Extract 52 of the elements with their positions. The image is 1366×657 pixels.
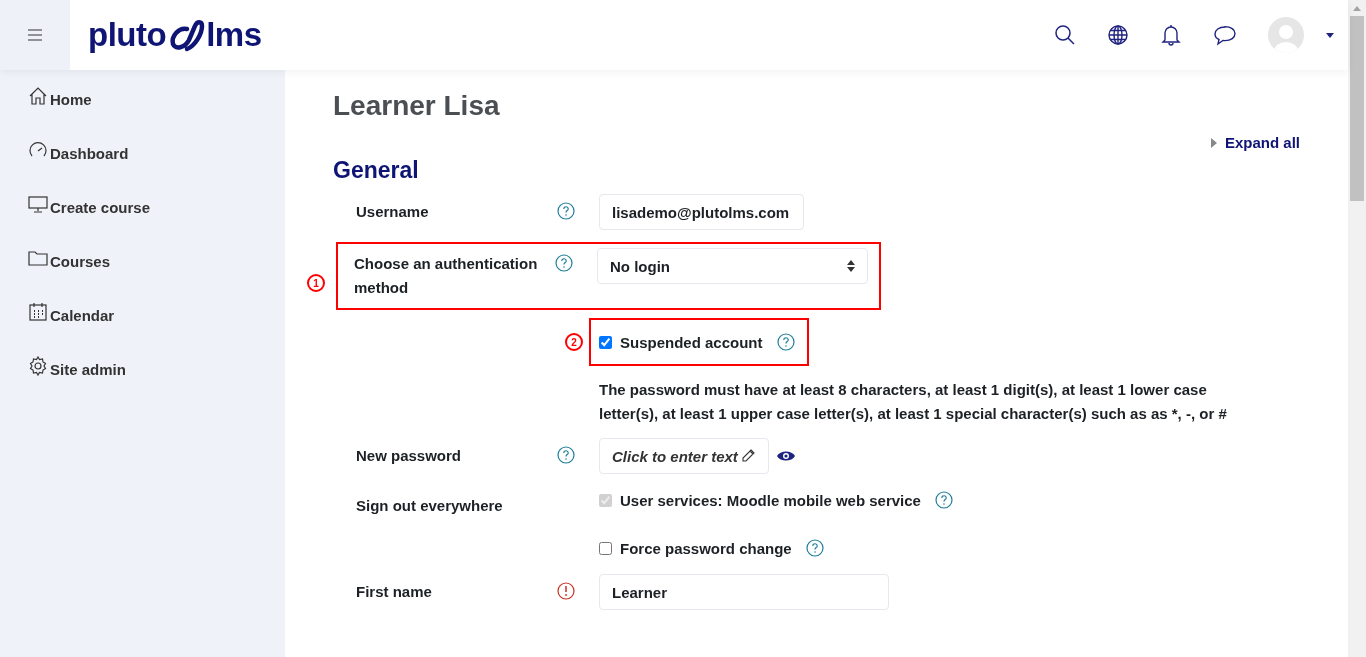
help-icon[interactable] bbox=[934, 491, 953, 509]
help-icon[interactable] bbox=[805, 539, 824, 557]
field-label: Choose an authentication method bbox=[354, 254, 539, 298]
bell-icon[interactable] bbox=[1160, 23, 1182, 47]
annotation-number: 1 bbox=[307, 274, 325, 292]
globe-icon[interactable] bbox=[1107, 24, 1129, 46]
field-label: First name bbox=[356, 582, 432, 602]
eye-icon[interactable] bbox=[776, 450, 795, 462]
chat-icon[interactable] bbox=[1213, 24, 1237, 46]
gear-icon bbox=[28, 356, 48, 376]
logo-icon bbox=[167, 18, 206, 52]
password-field[interactable]: Click to enter text bbox=[599, 438, 769, 474]
sidebar-item[interactable]: Home bbox=[0, 72, 285, 126]
monitor-icon bbox=[28, 194, 48, 214]
help-icon[interactable] bbox=[557, 202, 575, 220]
expand-all-link[interactable]: Expand all bbox=[1210, 134, 1300, 151]
checkbox-label: Suspended account bbox=[620, 333, 763, 351]
annotation-number: 2 bbox=[565, 333, 583, 351]
sidebar-item[interactable]: Dashboard bbox=[0, 126, 285, 180]
sidebar-item[interactable]: Courses bbox=[0, 234, 285, 288]
section-heading: General bbox=[333, 157, 420, 184]
checkbox[interactable] bbox=[599, 335, 612, 349]
home-icon bbox=[28, 86, 48, 106]
field-label: Username bbox=[356, 202, 429, 222]
caret-icon[interactable] bbox=[1326, 32, 1334, 38]
password-rules-text: The password must have at least 8 characters, at least 1 digit(s), at least 1 lower case letter(s), at least 1 upper case letter(s), at least 1 special character(s) such as as *, -, or # bbox=[599, 380, 1228, 424]
search-icon[interactable] bbox=[1054, 24, 1076, 46]
help-icon[interactable] bbox=[557, 446, 575, 464]
scroll-up-icon[interactable] bbox=[1353, 6, 1361, 11]
text-field[interactable]: lisademo@plutolms.com bbox=[599, 194, 804, 230]
sort-icon bbox=[847, 260, 855, 272]
checkbox[interactable] bbox=[599, 541, 612, 555]
text-field[interactable]: Learner bbox=[599, 574, 889, 610]
folder-icon bbox=[28, 248, 48, 268]
field-label: New password bbox=[356, 446, 462, 466]
help-icon[interactable] bbox=[555, 254, 573, 272]
help-icon[interactable] bbox=[776, 333, 795, 351]
sidebar-item[interactable]: Create course bbox=[0, 180, 285, 234]
expand-icon bbox=[1210, 137, 1217, 148]
menu-icon[interactable] bbox=[28, 29, 42, 41]
sidebar-item[interactable]: Calendar bbox=[0, 288, 285, 342]
sidebar-item[interactable]: Site admin bbox=[0, 342, 285, 396]
page-title: Learner Lisa bbox=[333, 90, 501, 123]
scrollbar-thumb[interactable] bbox=[1350, 16, 1364, 201]
field-label: Sign out everywhere bbox=[356, 496, 503, 516]
calendar-icon bbox=[28, 302, 48, 322]
checkbox-label: Force password change bbox=[620, 539, 792, 557]
logo-text: pluto bbox=[88, 16, 167, 54]
pencil-icon bbox=[739, 448, 756, 464]
logo-text: lms bbox=[206, 16, 262, 54]
checkbox-label: User services: Moodle mobile web service bbox=[620, 491, 921, 509]
select-field[interactable]: No login bbox=[597, 248, 868, 284]
